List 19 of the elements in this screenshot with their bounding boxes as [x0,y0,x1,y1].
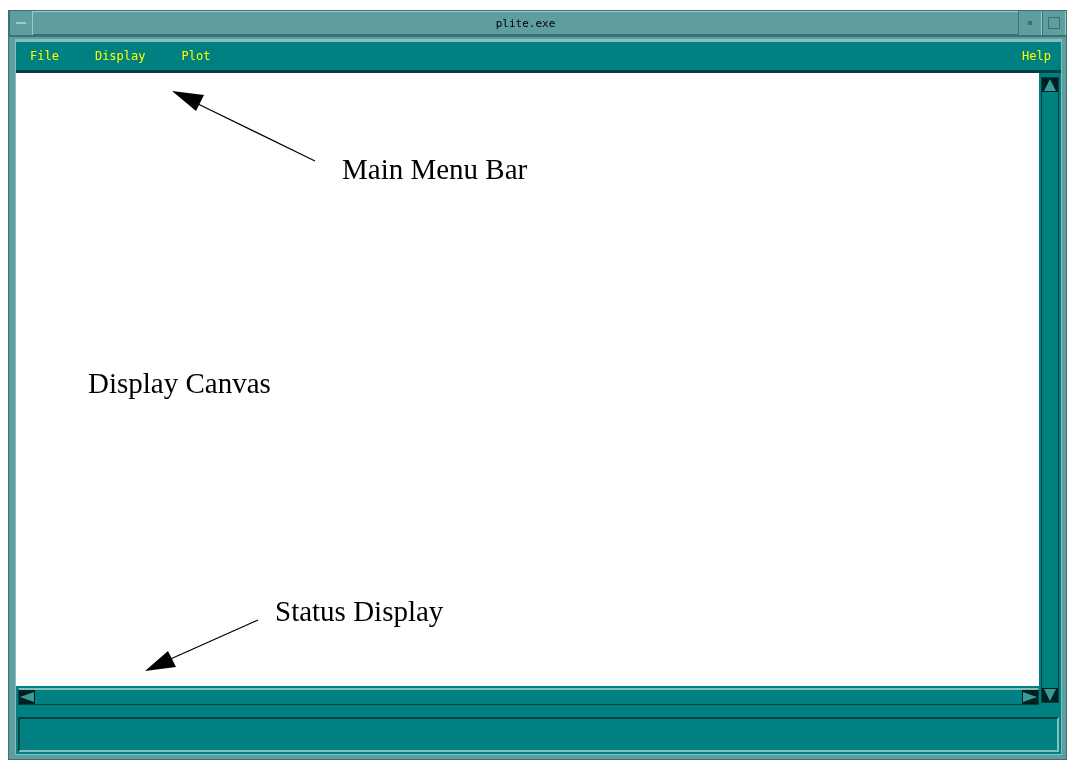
annotation-label: Display Canvas [88,369,271,398]
menu-item[interactable]: Plot [181,49,211,63]
horizontal-scrollbar[interactable] [18,688,1039,705]
annotation-label: Status Display [275,597,444,626]
scroll-left-icon[interactable] [19,690,35,704]
annotation-label: Main Menu Bar [342,155,528,184]
maximize-button[interactable] [1042,11,1066,35]
vertical-scrollbar[interactable] [1041,77,1059,703]
minimize-button[interactable] [1018,11,1042,35]
square-icon [1048,17,1060,29]
scroll-right-icon[interactable] [1022,690,1038,704]
menu-item[interactable]: File [30,49,59,63]
menu-item[interactable]: Display [94,49,146,63]
scroll-up-icon[interactable] [1042,78,1058,92]
help-menu[interactable]: Help [1022,49,1051,63]
scroll-down-icon[interactable] [1042,688,1058,702]
window-title: plite.exe [33,11,1018,35]
window-menu-button[interactable] [9,11,33,35]
bar-icon [15,21,27,25]
